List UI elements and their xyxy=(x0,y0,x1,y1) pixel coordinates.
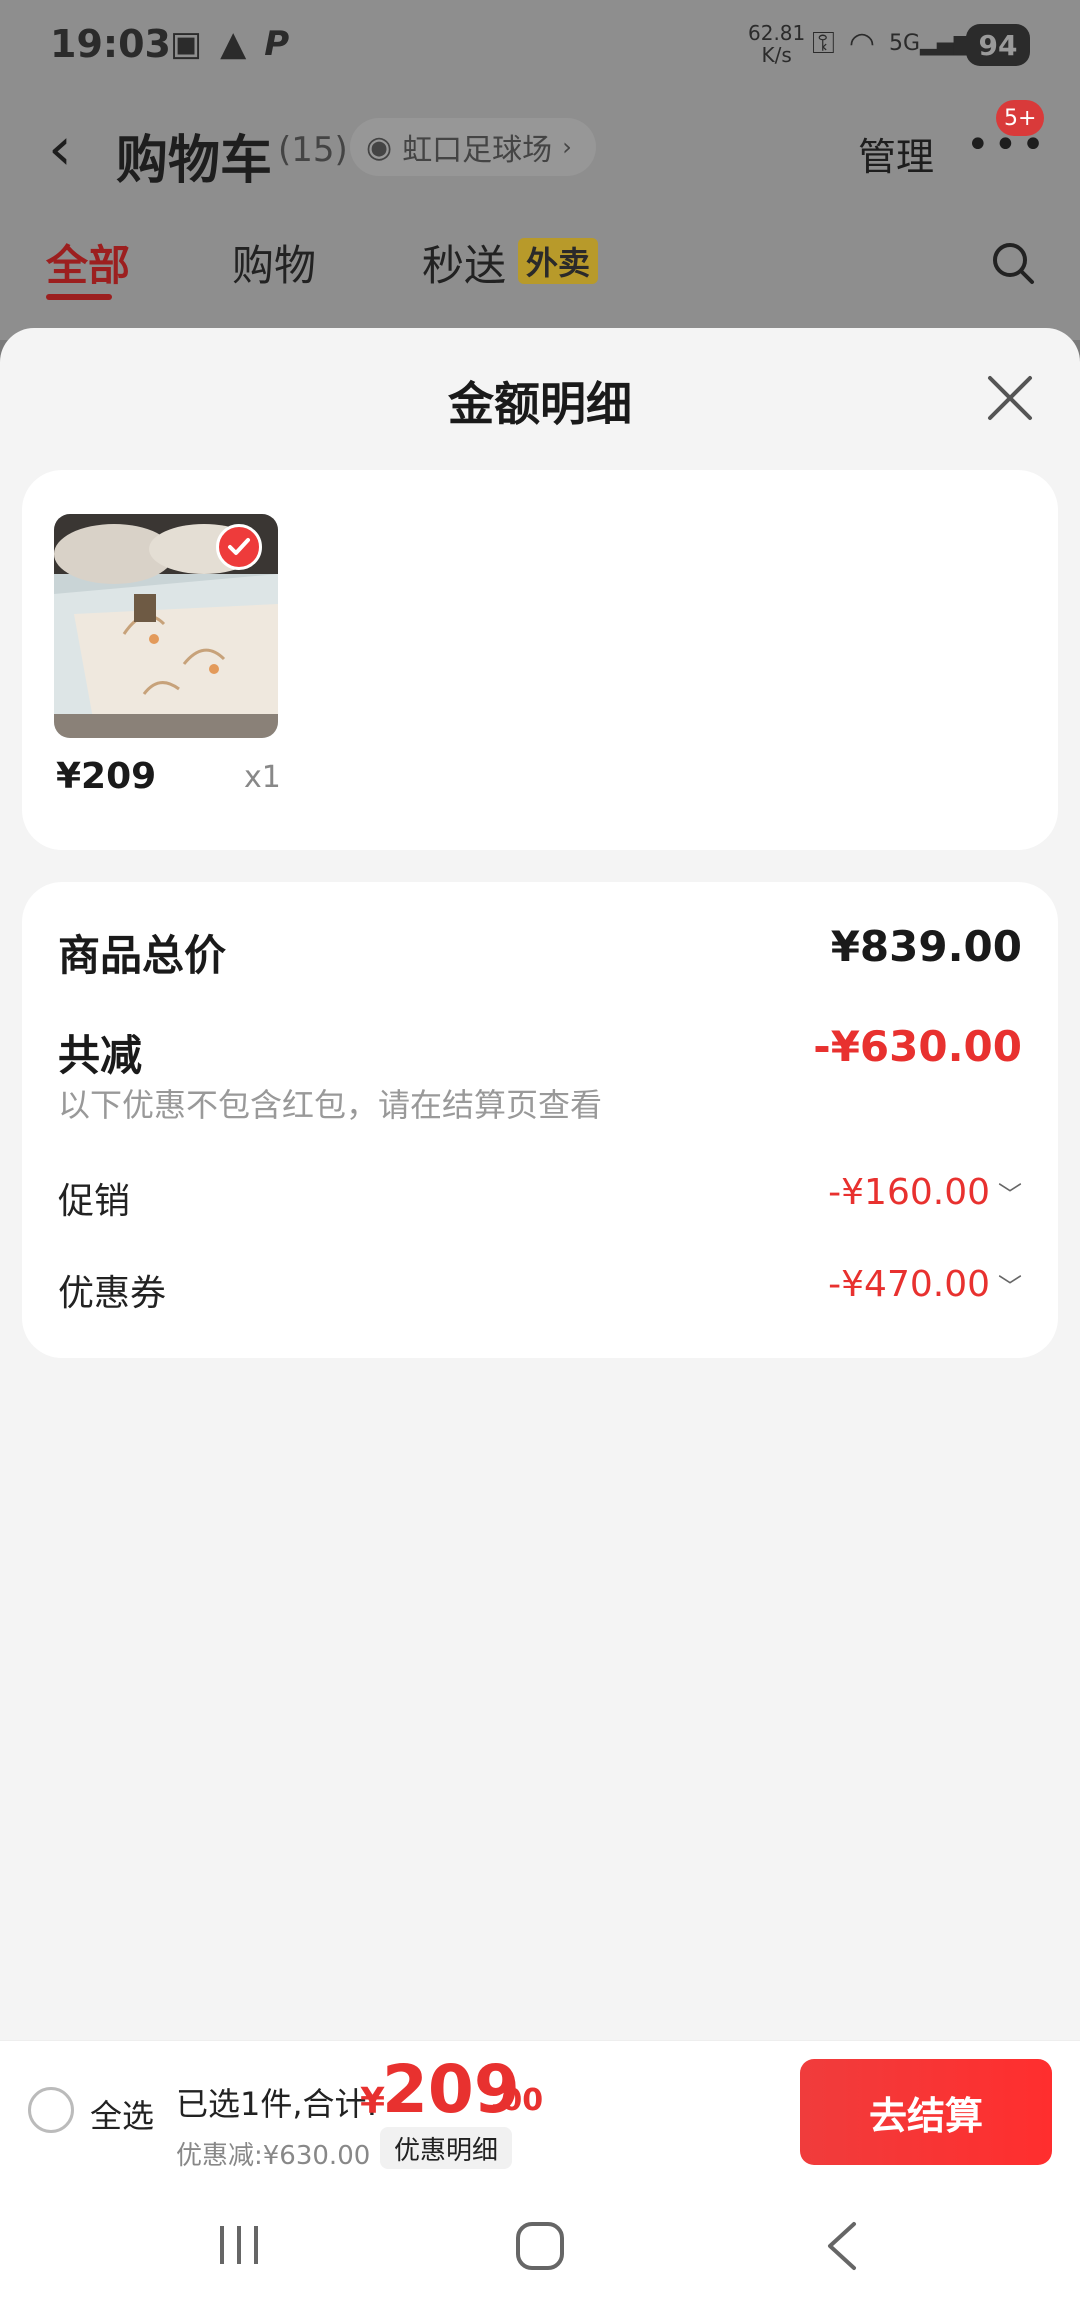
status-left-icons: ▣ ▲ P xyxy=(170,24,289,64)
message-badge: 5+ xyxy=(996,100,1045,136)
checkout-bar: 全选 已选1件,合计: ¥ 209 .00 优惠减:¥630.00 优惠明细 去… xyxy=(0,2040,1080,2180)
total-reduction-label: 共减 xyxy=(58,1031,143,1080)
p-app-icon: P xyxy=(264,24,290,64)
selected-items-card: ¥209 x1 xyxy=(22,470,1058,850)
sheet-title: 金额明细 xyxy=(448,377,632,431)
item-quantity: x1 xyxy=(244,760,281,795)
key-icon: ⚿ xyxy=(812,26,835,61)
tab-shopping[interactable]: 购物 xyxy=(232,232,316,293)
coupon-amount[interactable]: -¥470.00 ﹀ xyxy=(828,1264,1022,1305)
amount-detail-sheet: 金额明细 ¥209 x1 商品总价 ¥839.00 共减 -¥630.00 以下… xyxy=(0,328,1080,2316)
home-icon[interactable] xyxy=(514,2220,566,2272)
location-label: 虹口足球场 xyxy=(402,133,553,168)
battery-indicator: 94 xyxy=(966,24,1030,66)
reduction-note: 以下优惠不包含红包，请在结算页查看 xyxy=(58,1080,1022,1126)
item-price: ¥209 xyxy=(56,756,157,797)
cart-header: ‹ 购物车 (15) ◉ 虹口足球场 › 管理 ••• 5+ xyxy=(0,100,1080,200)
discount-summary: 优惠减:¥630.00 xyxy=(176,2141,371,2171)
back-icon[interactable]: ‹ xyxy=(48,114,72,184)
status-right-icons: ⚿ ◠ 5G▂▄▆ xyxy=(812,26,971,61)
chevron-right-icon: › xyxy=(562,133,572,161)
status-time: 19:03 xyxy=(50,22,171,66)
status-bar: 19:03 ▣ ▲ P 62.81 K/s ⚿ ◠ 5G▂▄▆ 94 xyxy=(0,0,1080,92)
price-summary-card: 商品总价 ¥839.00 共减 -¥630.00 以下优惠不包含红包，请在结算页… xyxy=(22,882,1058,1358)
recent-apps-icon[interactable] xyxy=(214,2220,264,2270)
tab-underline xyxy=(46,294,112,300)
discount-detail-button[interactable]: 优惠明细 xyxy=(380,2127,513,2169)
tab-all[interactable]: 全部 xyxy=(46,232,130,293)
tab-express[interactable]: 秒送 xyxy=(422,232,506,293)
total-price-label: 商品总价 xyxy=(58,931,227,980)
total-amount-decimal: .00 xyxy=(490,2083,544,2118)
eye-icon: ◉ xyxy=(366,129,393,165)
network-speed: 62.81 K/s xyxy=(748,21,806,67)
total-reduction-amount: -¥630.00 xyxy=(813,1022,1022,1071)
total-price-amount: ¥839.00 xyxy=(830,922,1022,971)
coupon-row[interactable]: 优惠券 -¥470.00 ﹀ xyxy=(58,1264,1022,1316)
promo-row[interactable]: 促销 -¥160.00 ﹀ xyxy=(58,1172,1022,1224)
manage-button[interactable]: 管理 xyxy=(858,126,934,181)
signal-icon: 5G▂▄▆ xyxy=(889,31,971,56)
screenshot-icon: ▣ xyxy=(170,24,203,64)
wifi-icon: ◠ xyxy=(848,26,876,61)
select-all-radio[interactable] xyxy=(28,2087,74,2133)
takeout-tag: 外卖 xyxy=(518,238,599,284)
total-price-row: 商品总价 ¥839.00 xyxy=(58,922,1022,983)
cart-tabs: 全部 购物 秒送 外卖 xyxy=(0,232,1080,312)
promo-label: 促销 xyxy=(58,1181,131,1222)
total-reduction-row: 共减 -¥630.00 xyxy=(58,1022,1022,1083)
location-pill[interactable]: ◉ 虹口足球场 › xyxy=(350,118,596,176)
checkout-button[interactable]: 去结算 xyxy=(800,2059,1052,2165)
back-nav-icon[interactable] xyxy=(822,2220,862,2272)
coupon-label: 优惠券 xyxy=(58,1273,167,1314)
cart-count: (15) xyxy=(278,130,348,170)
background-page: 19:03 ▣ ▲ P 62.81 K/s ⚿ ◠ 5G▂▄▆ 94 ‹ 购物车… xyxy=(0,0,1080,340)
selected-summary: 已选1件,合计: xyxy=(176,2085,378,2123)
alert-icon: ▲ xyxy=(220,24,247,64)
chevron-down-icon: ﹀ xyxy=(998,1181,1022,1209)
chevron-down-icon: ﹀ xyxy=(998,1273,1022,1301)
select-all-label[interactable]: 全选 xyxy=(90,2091,154,2137)
system-nav-bar xyxy=(0,2180,1080,2316)
search-icon[interactable] xyxy=(990,240,1036,286)
promo-amount[interactable]: -¥160.00 ﹀ xyxy=(828,1172,1022,1213)
close-icon[interactable] xyxy=(984,372,1036,424)
page-title: 购物车 xyxy=(116,131,273,191)
reduction-note-text: 以下优惠不包含红包，请在结算页查看 xyxy=(58,1086,603,1124)
selected-check-icon xyxy=(216,524,262,570)
